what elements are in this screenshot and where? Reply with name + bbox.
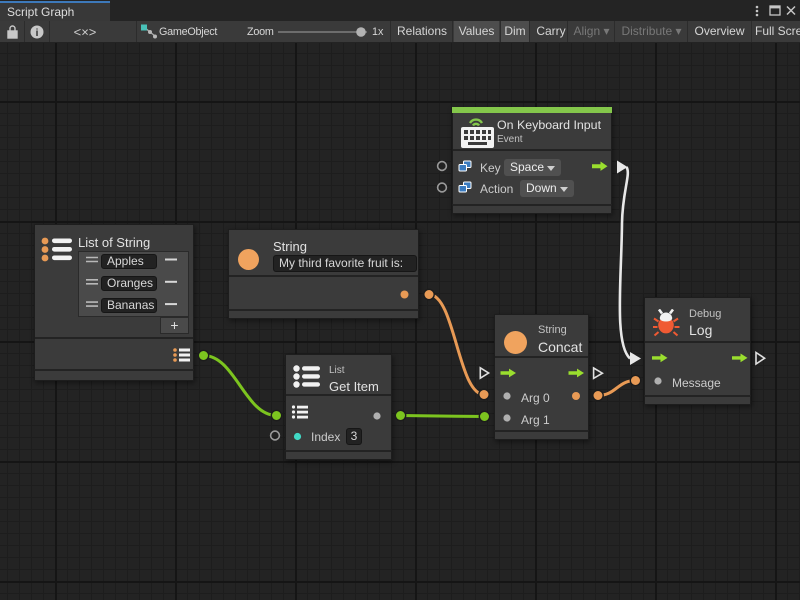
svg-text:<×>: <×> [74, 25, 97, 40]
svg-text:i: i [36, 28, 39, 39]
